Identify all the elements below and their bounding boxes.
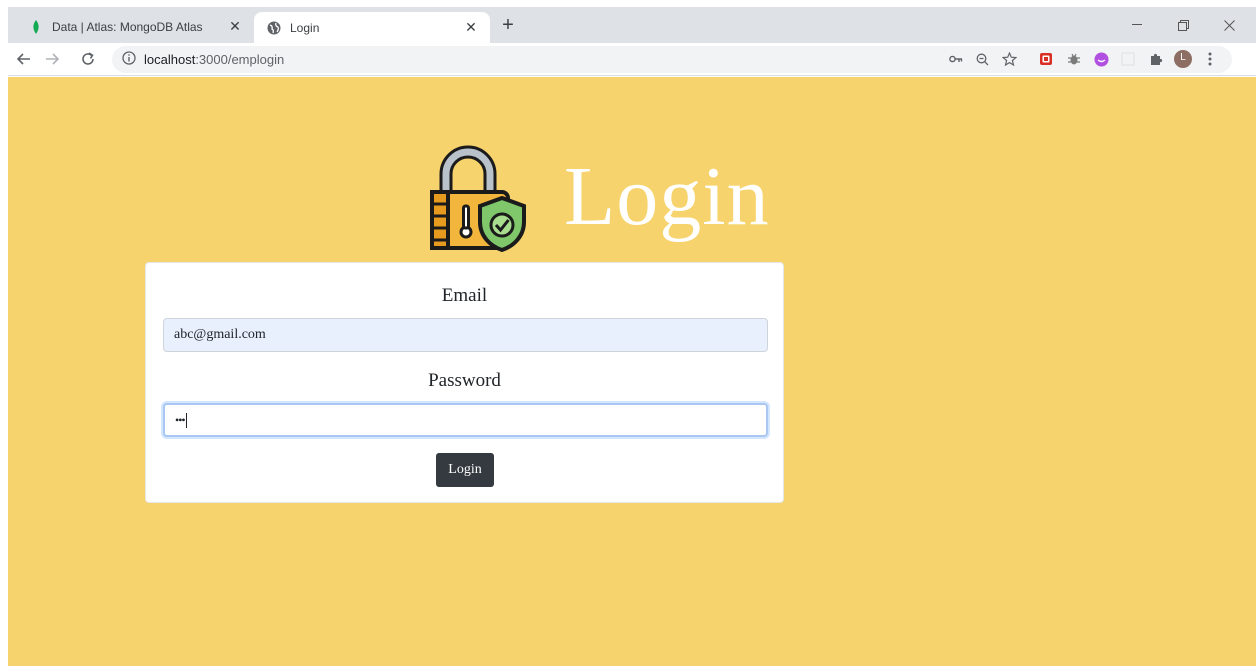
forward-icon[interactable] [42,49,62,69]
profile-avatar[interactable]: L [1174,50,1192,68]
reload-icon[interactable] [78,49,98,69]
purple-extension-icon[interactable] [1093,51,1109,67]
blank-extension-icon[interactable] [1120,51,1136,67]
key-icon[interactable] [948,51,964,67]
email-field[interactable]: abc@gmail.com [163,318,768,352]
tab-title: Data | Atlas: MongoDB Atlas [52,19,203,34]
profile-initial: L [1180,52,1186,63]
back-icon[interactable] [14,49,34,69]
mongodb-leaf-icon [28,19,44,35]
url-text: localhost:3000/emplogin [144,52,284,67]
address-bar[interactable]: localhost:3000/emplogin [112,46,1232,73]
lock-shield-icon [430,145,526,252]
text-caret [185,412,187,428]
menu-kebab-icon[interactable] [1202,51,1218,67]
login-form-card: Email abc@gmail.com Password ••• Login [145,262,784,503]
url-path: :3000/emplogin [195,52,285,67]
extension-shield-icon[interactable] [1038,51,1054,67]
restore-icon[interactable] [1160,13,1206,37]
tab-login[interactable]: Login ✕ [254,12,490,43]
url-host: localhost [144,52,196,67]
globe-icon [266,20,282,36]
new-tab-button[interactable]: + [498,15,518,36]
password-value: ••• [175,412,186,427]
window-close-icon[interactable] [1206,13,1252,37]
password-field[interactable]: ••• [163,403,768,437]
page-title: Login [564,150,770,243]
email-label: Email [441,285,488,306]
minimize-icon[interactable] [1114,13,1160,37]
tab-mongodb-atlas[interactable]: Data | Atlas: MongoDB Atlas ✕ [16,10,254,43]
tab-close-icon[interactable]: ✕ [462,19,480,37]
page-body: Login Email abc@gmail.com Password ••• L… [8,77,1256,666]
tab-strip: Data | Atlas: MongoDB Atlas ✕ Login ✕ + [8,7,1256,43]
puzzle-icon[interactable] [1148,51,1164,67]
star-icon[interactable] [1001,51,1017,67]
zoom-icon[interactable] [974,51,990,67]
password-label: Password [428,370,501,391]
browser-toolbar: localhost:3000/emplogin L [8,43,1256,76]
login-button[interactable]: Login [436,453,494,487]
tab-title: Login [290,20,320,35]
login-hero: Login [428,137,770,257]
bug-icon[interactable] [1066,51,1082,67]
info-icon[interactable] [122,51,138,67]
email-value: abc@gmail.com [174,327,266,342]
tab-close-icon[interactable]: ✕ [226,18,244,36]
